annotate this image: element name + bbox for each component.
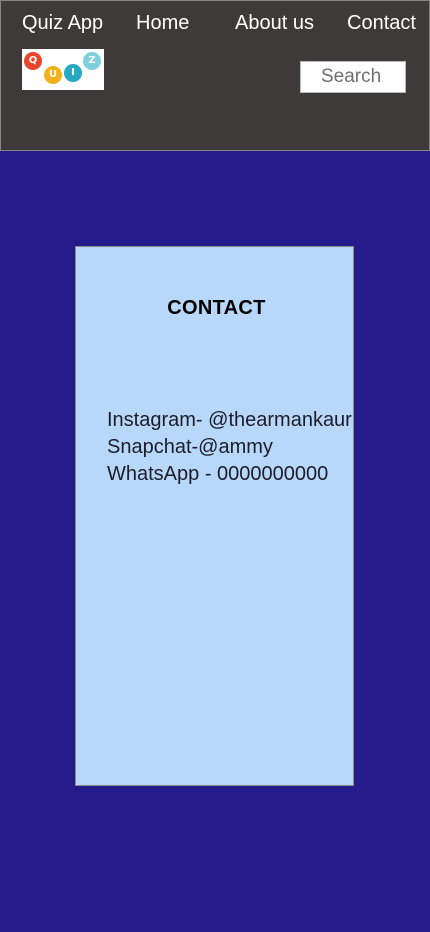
contact-details: Instagram- @thearmankaur Snapchat-@ammy …	[107, 407, 352, 488]
logo-letter-u: U	[44, 66, 62, 84]
whatsapp-contact: WhatsApp - 0000000000	[107, 463, 329, 485]
quiz-logo[interactable]: Q U I Z	[22, 49, 104, 90]
search-input[interactable]	[300, 61, 406, 93]
nav-home-link[interactable]: Home	[136, 11, 189, 35]
contact-title: CONTACT	[167, 297, 266, 319]
nav-brand-link[interactable]: Quiz App	[22, 11, 103, 35]
logo-letter-q: Q	[24, 52, 42, 70]
logo-letter-i: I	[64, 64, 82, 82]
top-navbar: Quiz App Home About us Contact Q U I Z	[0, 0, 430, 151]
contact-card: CONTACT Instagram- @thearmankaur Snapcha…	[75, 246, 354, 786]
instagram-contact: Instagram- @thearmankaur	[107, 409, 352, 431]
nav-about-link[interactable]: About us	[235, 11, 314, 35]
snapchat-contact: Snapchat-@ammy	[107, 436, 273, 458]
logo-letter-z: Z	[83, 52, 101, 70]
nav-contact-link[interactable]: Contact	[347, 11, 416, 35]
